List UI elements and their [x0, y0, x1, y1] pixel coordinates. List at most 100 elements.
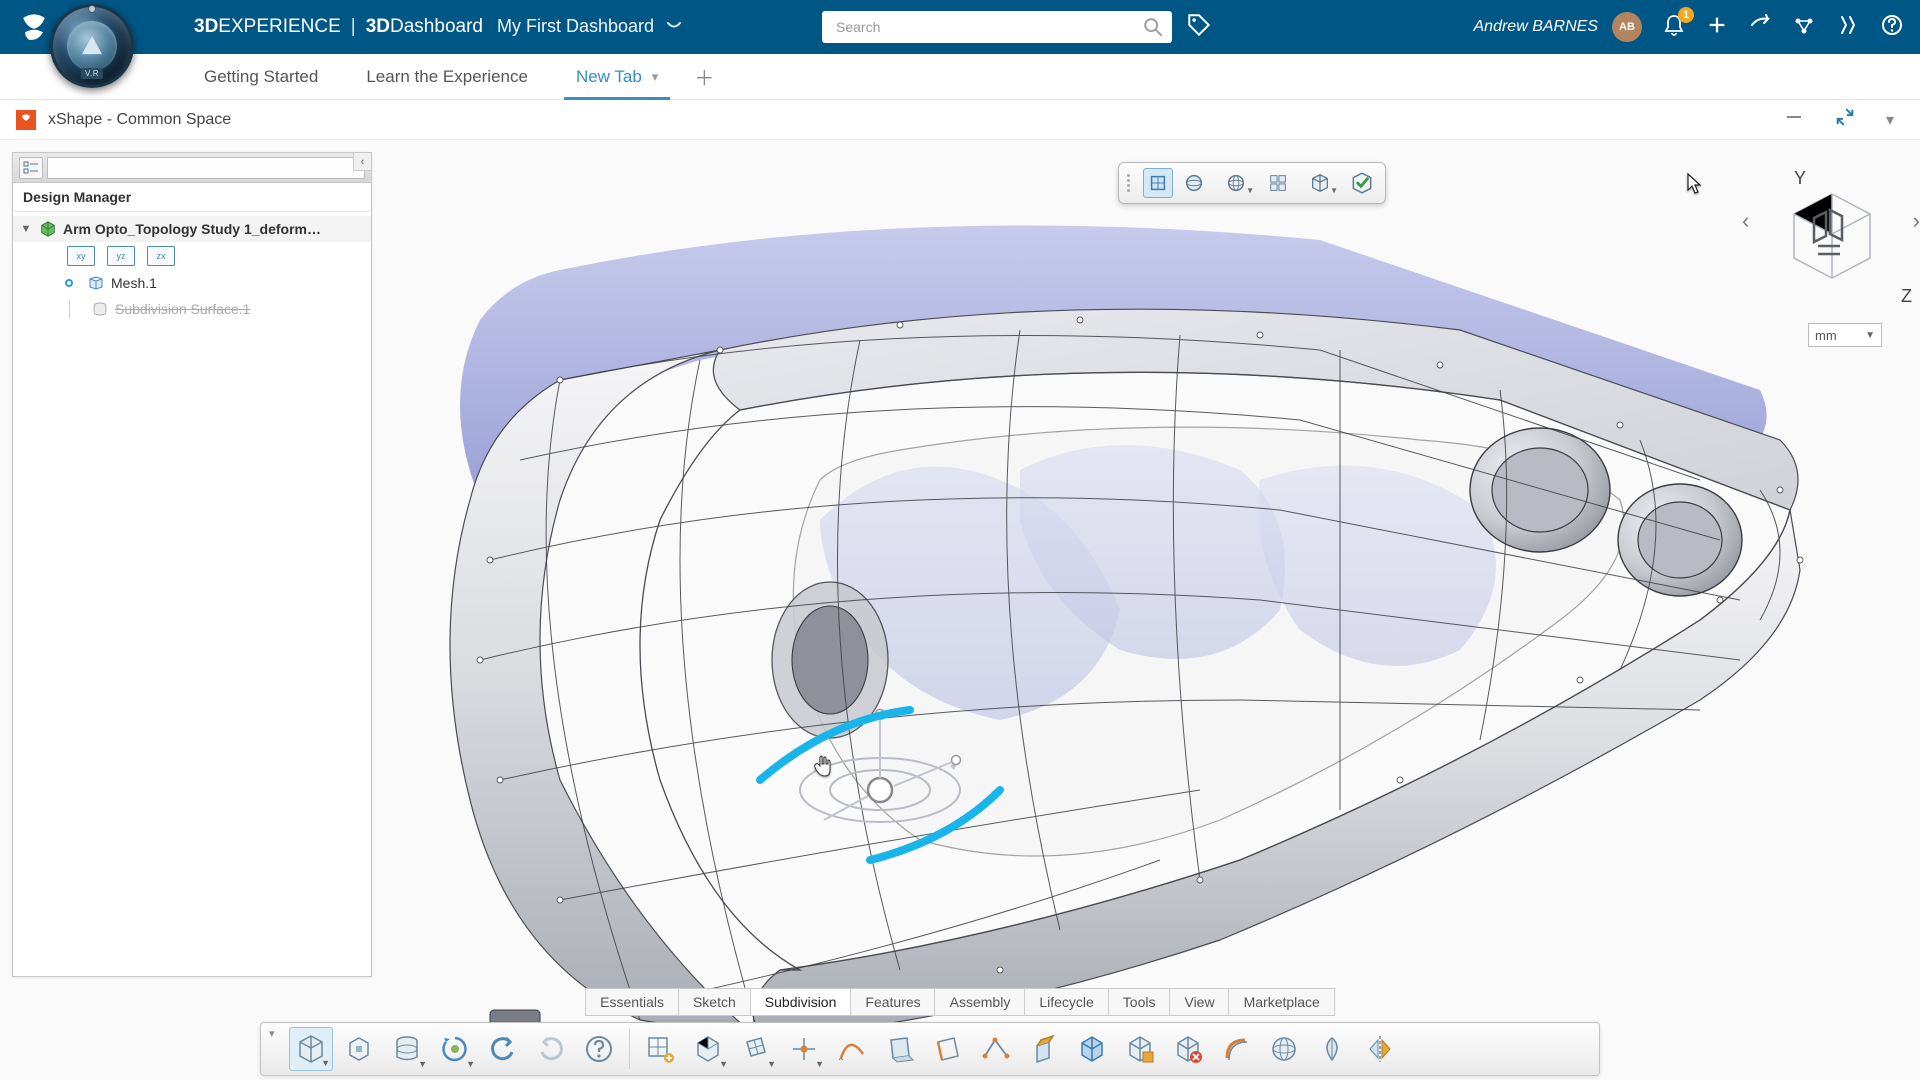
dropdown-caret-icon[interactable]: ▼	[418, 1059, 427, 1069]
tree-item-subd[interactable]: Subdivision Surface.1	[13, 296, 371, 322]
point-button[interactable]: ▼	[782, 1027, 826, 1071]
dropdown-caret-icon[interactable]: ▼	[1246, 186, 1254, 195]
axis-z-label: Z	[1901, 286, 1912, 307]
import-button[interactable]	[337, 1027, 381, 1071]
tree-caret-icon[interactable]: ▼	[19, 223, 33, 235]
notification-bell-icon[interactable]: 1	[1662, 13, 1686, 42]
dropdown-caret-icon[interactable]: ▼	[767, 1059, 776, 1069]
dropdown-caret-icon[interactable]: ▼	[1330, 186, 1338, 195]
edge-select-button[interactable]	[926, 1027, 970, 1071]
cycle-button[interactable]: ▼	[433, 1027, 477, 1071]
context-toolbar[interactable]: ▼ ▼	[1118, 162, 1386, 204]
cube-view-button[interactable]: ▼	[1299, 168, 1341, 198]
cat-tab-view[interactable]: View	[1170, 989, 1229, 1015]
cat-tab-tools[interactable]: Tools	[1109, 989, 1171, 1015]
tree-root-item[interactable]: ▼ Arm Opto_Topology Study 1_deform…	[13, 216, 371, 242]
tree-view-icon[interactable]	[19, 157, 43, 179]
tab-new-tab[interactable]: New Tab ▾	[552, 54, 682, 99]
extrude-button[interactable]	[1022, 1027, 1066, 1071]
curve-button[interactable]	[830, 1027, 874, 1071]
cat-tab-sketch[interactable]: Sketch	[679, 989, 751, 1015]
nav-right-icon[interactable]: ›	[1913, 208, 1920, 234]
tree-item-label: Subdivision Surface.1	[115, 301, 250, 317]
share-icon[interactable]	[1748, 13, 1772, 42]
action-toolbar: ▾ ▼ ▼ ▼ ▼	[260, 1022, 1600, 1076]
tab-chevron-icon[interactable]: ▾	[652, 69, 659, 85]
apps-icon[interactable]	[1836, 13, 1860, 42]
box-delete-button[interactable]	[1166, 1027, 1210, 1071]
notification-badge: 1	[1678, 7, 1694, 23]
plane-row: xy yz zx	[13, 242, 371, 270]
compass-play-icon	[67, 21, 117, 71]
box-blue-button[interactable]	[1070, 1027, 1114, 1071]
panel-filter-input[interactable]	[47, 157, 365, 179]
widget-title: xShape - Common Space	[48, 111, 231, 129]
tab-getting-started[interactable]: Getting Started	[180, 54, 342, 99]
cat-tab-assembly[interactable]: Assembly	[936, 989, 1026, 1015]
confirm-button[interactable]	[1347, 168, 1377, 198]
unit-select[interactable]: mm ▼	[1808, 323, 1882, 347]
dropdown-caret-icon[interactable]: ▼	[321, 1058, 330, 1068]
cat-tab-essentials[interactable]: Essentials	[586, 989, 679, 1015]
tree-item-label: Mesh.1	[111, 275, 157, 291]
avatar[interactable]: AB	[1612, 12, 1642, 42]
part-icon	[39, 220, 57, 238]
tag-icon[interactable]	[1186, 12, 1212, 43]
cat-tab-lifecycle[interactable]: Lifecycle	[1025, 989, 1108, 1015]
add-icon[interactable]	[1706, 14, 1728, 41]
box-orange-button[interactable]	[1118, 1027, 1162, 1071]
dashboard-name[interactable]: My First Dashboard	[497, 16, 654, 37]
unit-chevron-icon: ▼	[1865, 330, 1875, 341]
compass-mode-label: V.R	[81, 68, 103, 79]
bend-button[interactable]	[1214, 1027, 1258, 1071]
search-input[interactable]	[822, 11, 1172, 43]
collaborate-icon[interactable]	[1792, 13, 1816, 42]
grid-add-button[interactable]	[638, 1027, 682, 1071]
dropdown-caret-icon[interactable]: ▼	[815, 1059, 824, 1069]
top-bar: V.R 3DEXPERIENCE | 3DDashboard My First …	[0, 0, 1920, 54]
search-icon[interactable]	[1142, 16, 1164, 43]
box-mode-button[interactable]	[1143, 168, 1173, 198]
grid-face-button[interactable]: ▼	[734, 1027, 778, 1071]
dropdown-caret-icon[interactable]: ▼	[466, 1059, 475, 1069]
tab-learn-experience[interactable]: Learn the Experience	[342, 54, 552, 99]
tree-root-label: Arm Opto_Topology Study 1_deform…	[63, 221, 321, 237]
undo-button[interactable]	[481, 1027, 525, 1071]
panel-collapse-icon[interactable]: ‹	[353, 153, 371, 171]
cat-tab-features[interactable]: Features	[851, 989, 935, 1015]
restore-icon[interactable]	[1834, 106, 1856, 133]
toolbar-expand-icon[interactable]: ▾	[269, 1027, 285, 1040]
unit-value: mm	[1815, 328, 1837, 343]
dashboard-chevron-icon[interactable]	[666, 16, 682, 38]
dropdown-caret-icon[interactable]: ▼	[719, 1059, 728, 1069]
window-menu-chevron-icon[interactable]: ▾	[1886, 110, 1894, 130]
minimize-icon[interactable]	[1784, 107, 1804, 132]
face-select-button[interactable]	[878, 1027, 922, 1071]
database-button[interactable]: ▼	[385, 1027, 429, 1071]
tree-item-mesh[interactable]: Mesh.1	[13, 270, 371, 296]
help-icon[interactable]	[1880, 13, 1904, 42]
plane-zx-button[interactable]: zx	[147, 246, 175, 266]
nav-left-icon[interactable]: ‹	[1742, 208, 1749, 234]
plane-yz-button[interactable]: yz	[107, 246, 135, 266]
help-button[interactable]	[577, 1027, 621, 1071]
brand-separator: |	[351, 16, 356, 38]
sphere-mode-button[interactable]	[1179, 168, 1209, 198]
user-name-label[interactable]: Andrew BARNES	[1474, 18, 1599, 36]
primitive-box-button[interactable]: ▼	[289, 1027, 333, 1071]
leaf-tool-button[interactable]	[1310, 1027, 1354, 1071]
add-tab-button[interactable]: ＋	[682, 54, 726, 99]
plane-xy-button[interactable]: xy	[67, 246, 95, 266]
redo-button[interactable]	[529, 1027, 573, 1071]
toolbar-grip-icon[interactable]	[1127, 174, 1135, 192]
sphere-tool-button[interactable]	[1262, 1027, 1306, 1071]
settings-mode-button[interactable]	[1263, 168, 1293, 198]
primitive-shape-button[interactable]: ▼	[686, 1027, 730, 1071]
globe-mode-button[interactable]: ▼	[1215, 168, 1257, 198]
compass-widget[interactable]: V.R	[50, 4, 134, 88]
cat-tab-subdivision[interactable]: Subdivision	[751, 989, 852, 1015]
cat-tab-marketplace[interactable]: Marketplace	[1230, 989, 1334, 1015]
edge-modify-button[interactable]	[974, 1027, 1018, 1071]
mirror-button[interactable]	[1358, 1027, 1402, 1071]
view-cube[interactable]	[1782, 186, 1882, 286]
